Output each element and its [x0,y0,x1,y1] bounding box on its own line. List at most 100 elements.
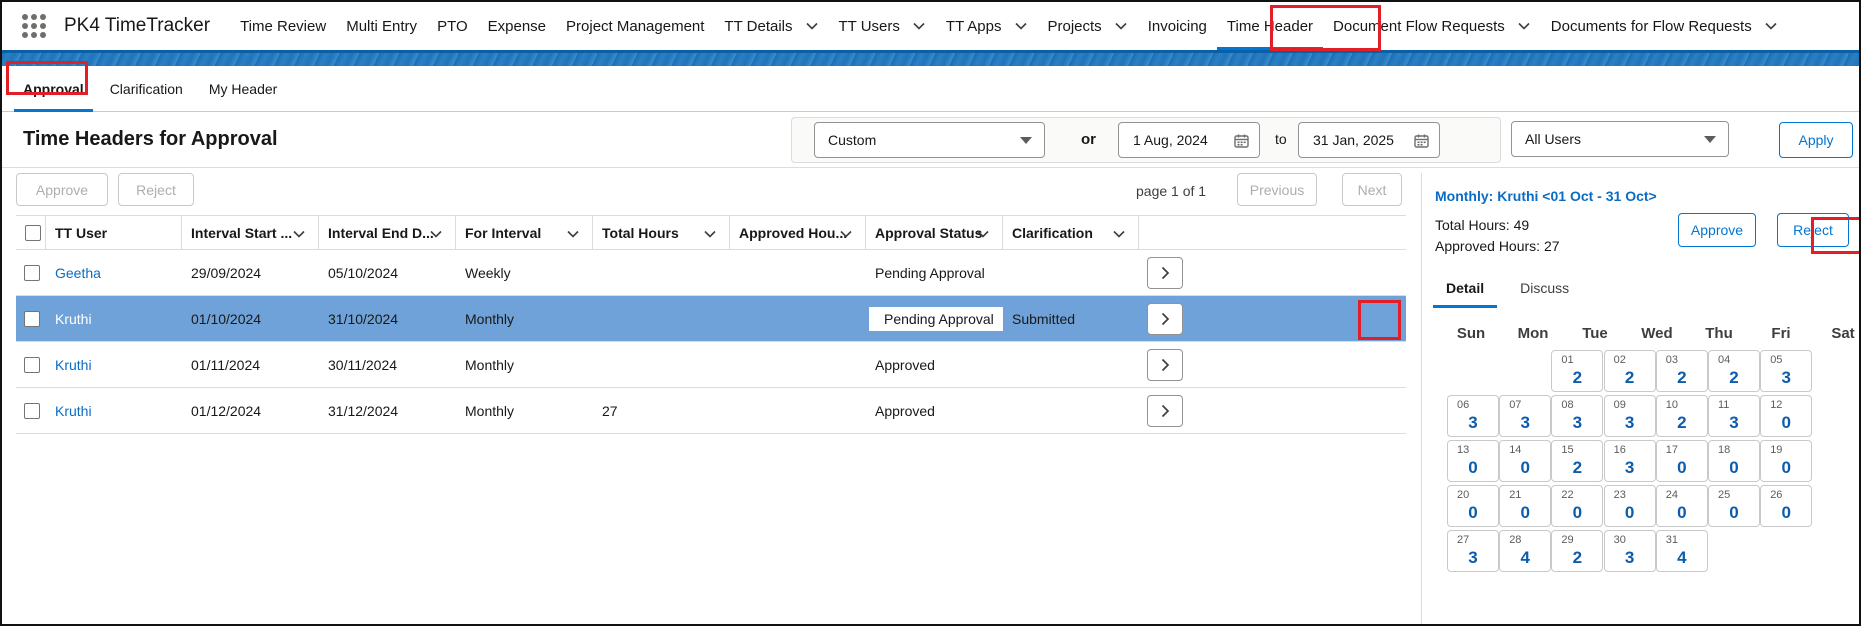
nav-item-invoicing[interactable]: Invoicing [1138,2,1217,50]
column-header-interval-start[interactable]: Interval Start ... [182,216,319,250]
nav-item-pto[interactable]: PTO [427,2,478,50]
calendar-day-cell[interactable]: 20 0 [1447,485,1499,527]
calendar-day-cell[interactable]: 23 0 [1603,485,1656,527]
calendar-day-cell[interactable]: 13 0 [1447,440,1499,482]
column-header-approval-status[interactable]: Approval Status [866,216,1003,250]
chevron-down-icon[interactable] [429,227,443,241]
nav-item-projects[interactable]: Projects [1038,2,1138,50]
select-all-checkbox[interactable] [25,225,41,241]
calendar-day-cell[interactable]: 03 2 [1655,350,1708,392]
calendar-day-cell[interactable]: 22 0 [1551,485,1604,527]
nav-item-expense[interactable]: Expense [478,2,556,50]
chevron-down-icon[interactable] [1517,19,1531,33]
table-row[interactable]: Kruthi 01/10/2024 31/10/2024 Monthly Pending… [16,296,1406,342]
calendar-day-cell[interactable]: 31 4 [1655,530,1708,572]
open-detail-button[interactable] [1147,302,1183,335]
chevron-down-icon[interactable] [1764,19,1778,33]
calendar-day-cell[interactable]: 04 2 [1708,350,1760,392]
calendar-day-cell[interactable]: 30 3 [1603,530,1656,572]
calendar-day-cell[interactable]: 14 0 [1499,440,1552,482]
period-select[interactable]: Custom [814,122,1045,158]
chevron-down-icon[interactable] [1114,19,1128,33]
apply-button[interactable]: Apply [1779,122,1853,158]
open-detail-button[interactable] [1147,348,1183,381]
nav-item-tt-apps[interactable]: TT Apps [936,2,1038,50]
calendar-day-cell[interactable]: 11 3 [1708,395,1760,437]
nav-item-tt-users[interactable]: TT Users [829,2,936,50]
tab-my-header[interactable]: My Header [196,66,290,112]
column-header-total-hours[interactable]: Total Hours [593,216,730,250]
row-checkbox[interactable] [24,402,40,419]
user-link[interactable]: Geetha [55,265,101,281]
chevron-down-icon[interactable] [703,227,717,241]
calendar-day-cell[interactable]: 21 0 [1499,485,1552,527]
chevron-down-icon[interactable] [1014,19,1028,33]
nav-item-document-flow-requests[interactable]: Document Flow Requests [1323,2,1541,50]
date-from-input[interactable]: 1 Aug, 2024 [1118,122,1260,158]
calendar-day-cell[interactable]: 06 3 [1447,395,1499,437]
calendar-day-cell[interactable]: 07 3 [1499,395,1552,437]
row-checkbox[interactable] [24,310,40,327]
calendar-day-cell[interactable]: 29 2 [1551,530,1604,572]
calendar-day-cell[interactable]: 16 3 [1603,440,1656,482]
calendar-day-cell[interactable]: 27 3 [1447,530,1499,572]
open-detail-button[interactable] [1147,256,1183,289]
users-select[interactable]: All Users [1511,121,1729,157]
tab-clarification[interactable]: Clarification [97,66,196,112]
next-page-button[interactable]: Next [1342,173,1402,206]
column-header-approved-hours[interactable]: Approved Hou... [730,216,866,250]
nav-item-project-management[interactable]: Project Management [556,2,714,50]
tab-detail[interactable]: Detail [1433,268,1498,308]
calendar-day-cell[interactable]: 26 0 [1760,485,1813,527]
chevron-down-icon[interactable] [1112,227,1126,241]
bulk-approve-button[interactable]: Approve [16,173,108,206]
calendar-day-cell[interactable]: 24 0 [1655,485,1708,527]
user-link[interactable]: Kruthi [55,311,92,327]
column-header-clarification[interactable]: Clarification [1003,216,1139,250]
date-to-input[interactable]: 31 Jan, 2025 [1298,122,1440,158]
calendar-icon[interactable] [1234,134,1249,148]
chevron-down-icon[interactable] [912,19,926,33]
nav-item-tt-details[interactable]: TT Details [714,2,828,50]
table-row[interactable]: Kruthi 01/11/2024 30/11/2024 Monthly Approve… [16,342,1406,388]
calendar-icon[interactable] [1414,134,1429,148]
tab-approval[interactable]: Approval [10,66,97,112]
calendar-day-cell[interactable]: 01 2 [1551,350,1604,392]
calendar-day-cell[interactable]: 15 2 [1551,440,1604,482]
calendar-day-cell[interactable]: 05 3 [1760,350,1813,392]
approve-button[interactable]: Approve [1678,213,1756,247]
calendar-day-cell[interactable]: 02 2 [1603,350,1656,392]
chevron-down-icon[interactable] [976,227,990,241]
nav-item-multi-entry[interactable]: Multi Entry [336,2,427,50]
nav-item-time-review[interactable]: Time Review [230,2,336,50]
row-checkbox[interactable] [24,356,40,373]
bulk-reject-button[interactable]: Reject [118,173,194,206]
previous-page-button[interactable]: Previous [1237,173,1317,206]
chevron-down-icon[interactable] [566,227,580,241]
column-header-for-interval[interactable]: For Interval [456,216,593,250]
reject-button[interactable]: Reject [1777,213,1849,247]
table-row[interactable]: Geetha 29/09/2024 05/10/2024 Weekly Pending … [16,250,1406,296]
calendar-day-cell[interactable]: 09 3 [1603,395,1656,437]
calendar-day-cell[interactable]: 17 0 [1655,440,1708,482]
column-header-interval-end[interactable]: Interval End D... [319,216,456,250]
calendar-day-cell[interactable]: 12 0 [1760,395,1813,437]
calendar-day-cell[interactable]: 10 2 [1655,395,1708,437]
calendar-day-cell[interactable]: 28 4 [1499,530,1552,572]
calendar-day-cell[interactable]: 18 0 [1708,440,1760,482]
chevron-down-icon[interactable] [839,227,853,241]
table-row[interactable]: Kruthi 01/12/2024 31/12/2024 Monthly 27 Appro… [16,388,1406,434]
calendar-day-cell[interactable]: 08 3 [1551,395,1604,437]
calendar-day-cell[interactable]: 25 0 [1708,485,1760,527]
detail-title[interactable]: Monthly: Kruthi <01 Oct - 31 Oct> [1435,188,1657,204]
tab-discuss[interactable]: Discuss [1507,268,1582,308]
app-launcher-icon[interactable] [20,12,48,40]
user-link[interactable]: Kruthi [55,357,92,373]
calendar-day-cell[interactable]: 19 0 [1760,440,1813,482]
row-checkbox[interactable] [24,264,40,281]
nav-item-time-header[interactable]: Time Header [1216,2,1324,50]
column-header-tt-user[interactable]: TT User [46,216,182,250]
user-link[interactable]: Kruthi [55,403,92,419]
open-detail-button[interactable] [1147,394,1183,427]
chevron-down-icon[interactable] [292,227,306,241]
